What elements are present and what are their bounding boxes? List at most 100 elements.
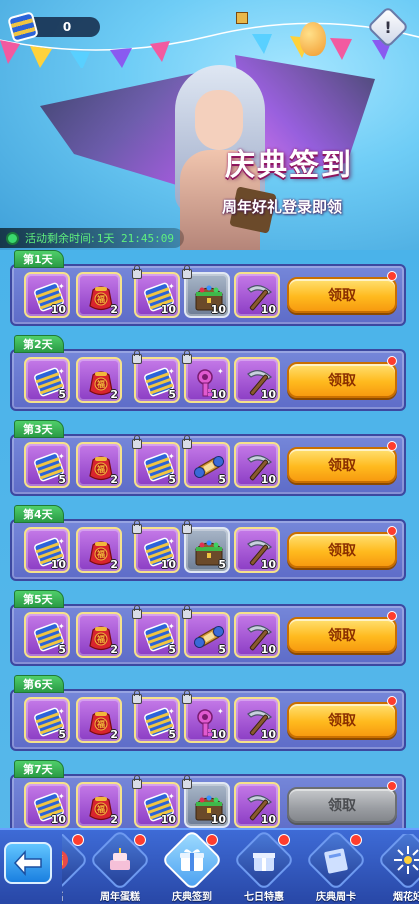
reward-count: 10 — [210, 388, 226, 401]
reward-count: 2 — [110, 558, 118, 571]
reward-count: 10 — [260, 473, 276, 486]
reward-item[interactable]: 福2 — [76, 612, 122, 658]
reward-count: 10 — [260, 813, 276, 826]
svg-text:✦: ✦ — [58, 452, 65, 461]
reward-item[interactable]: 福2 — [76, 697, 122, 743]
reward-item[interactable]: 5 — [182, 605, 230, 658]
reward-item[interactable]: ✦ 5 — [24, 612, 70, 658]
reward-count: 2 — [110, 643, 118, 656]
notification-dot — [387, 356, 397, 366]
svg-text:福: 福 — [96, 719, 105, 729]
reward-item[interactable]: 10 — [234, 782, 280, 828]
nav-tab-label: 庆典周卡 — [316, 892, 356, 903]
notification-dot — [387, 441, 397, 451]
reward-count: 5 — [168, 473, 176, 486]
reward-item[interactable]: ✦ 5 — [24, 442, 70, 488]
day-row: 第5天 ✦ 5 福 2 ✦ 5 5 10 领取 — [10, 590, 406, 668]
reward-count: 5 — [218, 473, 226, 486]
reward-item[interactable]: ✦ 10 — [132, 520, 180, 573]
exclamation-icon: ! — [384, 17, 392, 37]
reward-item[interactable]: 福2 — [76, 782, 122, 828]
timer-label: 活动剩余时间: — [25, 232, 95, 245]
clock-icon — [6, 231, 19, 245]
day-label: 第2天 — [14, 335, 64, 353]
nav-tab[interactable]: 七日特惠 — [228, 828, 300, 904]
claim-button[interactable]: 领取 — [287, 787, 397, 823]
reward-item[interactable]: 10 — [234, 697, 280, 743]
reward-item[interactable]: 10 — [234, 442, 280, 488]
reward-count: 5 — [218, 643, 226, 656]
lock-icon — [132, 350, 142, 364]
reward-count: 5 — [168, 643, 176, 656]
day-label: 第5天 — [14, 590, 64, 608]
lock-icon — [132, 605, 142, 619]
svg-text:福: 福 — [96, 804, 105, 814]
claim-button[interactable]: 领取 — [287, 447, 397, 483]
reward-item[interactable]: ✦ 10 — [182, 350, 230, 403]
svg-text:福: 福 — [96, 294, 105, 304]
notification-dot — [206, 834, 218, 846]
claim-button[interactable]: 领取 — [287, 277, 397, 313]
lock-icon — [182, 350, 192, 364]
reward-count: 10 — [260, 558, 276, 571]
claim-button[interactable]: 领取 — [287, 532, 397, 568]
reward-item[interactable]: 10 — [234, 612, 280, 658]
reward-item[interactable]: 5 — [182, 520, 230, 573]
reward-item[interactable]: ✦ 5 — [132, 350, 180, 403]
notification-dot — [387, 271, 397, 281]
reward-item[interactable]: ✦ 5 — [132, 690, 180, 743]
mini-chest-icon[interactable] — [236, 12, 248, 24]
reward-item[interactable]: ✦ 5 — [24, 357, 70, 403]
reward-item[interactable]: ✦ 5 — [132, 605, 180, 658]
reward-item[interactable]: ✦ 5 — [24, 697, 70, 743]
day-row: 第2天 ✦ 5 福 2 ✦ 5 ✦ 10 10 领取 — [10, 335, 406, 413]
svg-text:✦: ✦ — [168, 282, 175, 291]
svg-text:福: 福 — [96, 634, 105, 644]
reward-count: 2 — [110, 813, 118, 826]
back-arrow-icon — [13, 850, 42, 876]
notification-dot — [72, 834, 84, 846]
back-button[interactable] — [4, 842, 52, 884]
day-reward-card: ✦ 5 福 2 ✦ 5 ✦ 10 10 领取 — [10, 689, 406, 751]
reward-item[interactable]: 5 — [182, 435, 230, 488]
claim-button[interactable]: 领取 — [287, 702, 397, 738]
notification-dot — [134, 834, 146, 846]
nav-tab-label: 庆典签到 — [172, 892, 212, 903]
claim-button[interactable]: 领取 — [287, 362, 397, 398]
svg-text:福: 福 — [53, 853, 64, 867]
reward-item[interactable]: 福2 — [76, 442, 122, 488]
reward-item[interactable]: 福2 — [76, 272, 122, 318]
reward-item[interactable]: ✦ 10 — [24, 527, 70, 573]
reward-item[interactable]: 10 — [182, 775, 230, 828]
reward-item[interactable]: 10 — [234, 357, 280, 403]
reward-count: 10 — [260, 303, 276, 316]
nav-tab[interactable]: 庆典周卡 — [300, 828, 372, 904]
claim-button[interactable]: 领取 — [287, 617, 397, 653]
balloon-decoration — [300, 22, 326, 56]
reward-count: 10 — [50, 558, 66, 571]
reward-item[interactable]: ✦ 10 — [132, 265, 180, 318]
svg-text:✦: ✦ — [217, 367, 224, 376]
reward-count: 2 — [110, 473, 118, 486]
reward-item[interactable]: 福2 — [76, 527, 122, 573]
reward-count: 10 — [50, 303, 66, 316]
nav-tab[interactable]: 庆典签到 — [156, 828, 228, 904]
svg-text:✦: ✦ — [168, 452, 175, 461]
reward-item[interactable]: 10 — [234, 272, 280, 318]
nav-tab[interactable]: 周年蛋糕 — [84, 828, 156, 904]
reward-item[interactable]: 10 — [234, 527, 280, 573]
svg-text:✦: ✦ — [168, 367, 175, 376]
card-icon — [324, 848, 348, 874]
reward-item[interactable]: ✦ 10 — [132, 775, 180, 828]
reward-item[interactable]: ✦ 5 — [132, 435, 180, 488]
nav-tab[interactable]: 烟花好 — [372, 834, 419, 904]
day-label: 第7天 — [14, 760, 64, 778]
reward-item[interactable]: ✦ 10 — [24, 272, 70, 318]
reward-item[interactable]: 10 — [182, 265, 230, 318]
reward-item[interactable]: ✦ 10 — [182, 690, 230, 743]
reward-item[interactable]: 福2 — [76, 357, 122, 403]
ticket-icon — [7, 11, 39, 43]
gift-box-icon — [253, 853, 275, 871]
lock-icon — [132, 520, 142, 534]
reward-item[interactable]: ✦ 10 — [24, 782, 70, 828]
